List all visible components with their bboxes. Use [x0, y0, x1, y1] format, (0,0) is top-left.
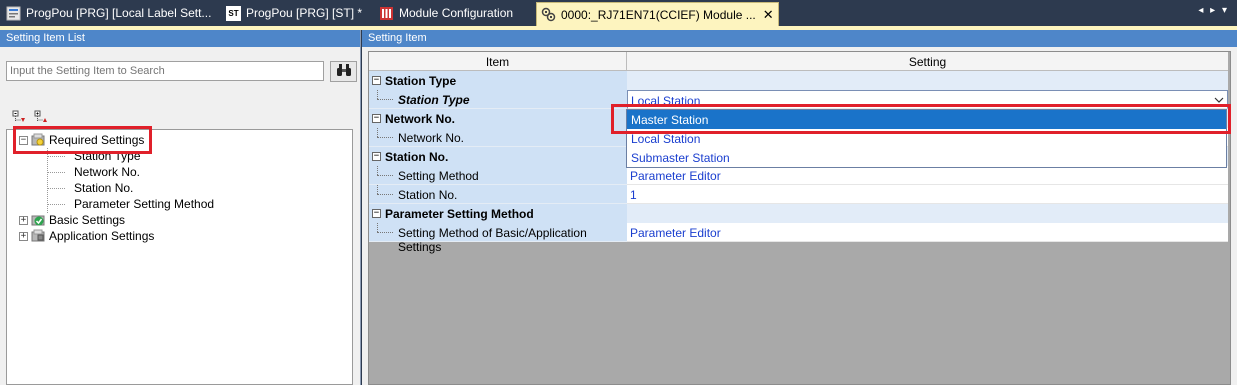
tree-node-label: Application Settings	[49, 229, 155, 243]
collapse-toggle-icon[interactable]: −	[372, 152, 381, 161]
category-row-parameter-setting-method[interactable]: − Parameter Setting Method	[369, 204, 1228, 223]
collapse-toggle-icon[interactable]: −	[372, 76, 381, 85]
tree-leaf-parameter-setting-method[interactable]: Parameter Setting Method	[74, 196, 214, 212]
binoculars-icon	[336, 63, 352, 80]
tree-leaf-station-type[interactable]: Station Type	[74, 148, 141, 164]
module-config-icon	[379, 6, 394, 21]
collapse-toggle-icon[interactable]: −	[19, 135, 28, 145]
category-setting-cell	[627, 204, 1228, 223]
setting-item-list-pane: Setting Item List − Required Settings	[0, 30, 361, 385]
close-icon[interactable]: ✕	[763, 7, 774, 23]
document-tab-strip: ProgPou [PRG] [Local Label Sett... ST Pr…	[0, 0, 1237, 26]
tab-label: ProgPou [PRG] [Local Label Sett...	[26, 6, 212, 20]
tree-connector	[377, 223, 378, 232]
tab-module-parameter-active[interactable]: 0000:_RJ71EN71(CCIEF) Module ... ✕	[536, 2, 779, 26]
row-station-type[interactable]: Station Type Local Station	[369, 90, 1228, 109]
tab-scroll-arrows[interactable]: ◂ ▸ ▾	[1198, 5, 1229, 16]
setting-method-value[interactable]: Parameter Editor	[627, 166, 1228, 185]
tree-node-required-settings[interactable]: − Required Settings	[19, 132, 144, 148]
row-station-no[interactable]: Station No. 1	[369, 185, 1228, 204]
tab-label: Module Configuration	[399, 6, 514, 20]
tree-leaf-label: Station Type	[74, 149, 141, 163]
tree-connector	[377, 128, 378, 137]
program-icon	[6, 6, 21, 21]
select-value: Local Station	[631, 94, 701, 108]
tree-connector	[377, 137, 393, 138]
tree-node-label: Basic Settings	[49, 213, 126, 227]
folder-icon	[30, 133, 46, 147]
tree-connector	[377, 194, 393, 195]
column-header-setting[interactable]: Setting	[627, 52, 1228, 71]
tree-connector	[377, 166, 378, 175]
tree-connector	[377, 232, 393, 233]
tree-connector	[47, 204, 65, 205]
row-setting-method-basic-application[interactable]: Setting Method of Basic/Application Sett…	[369, 223, 1228, 254]
row-setting-method[interactable]: Setting Method Parameter Editor	[369, 166, 1228, 185]
tree-leaf-label: Network No.	[74, 165, 141, 179]
category-label: Parameter Setting Method	[385, 207, 534, 221]
setting-item-pane: Setting Item Item Setting − Station Type …	[362, 30, 1237, 385]
setting-tree: − Required Settings Station Type Network…	[6, 129, 353, 385]
folder-icon	[30, 229, 46, 243]
tree-connector	[47, 188, 65, 189]
folder-check-icon	[30, 213, 46, 227]
category-label: Station No.	[385, 150, 449, 164]
category-row-station-type[interactable]: − Station Type	[369, 71, 1228, 90]
tree-connector	[377, 175, 393, 176]
tree-leaf-network-no[interactable]: Network No.	[74, 164, 140, 180]
search-button[interactable]	[330, 61, 357, 82]
tree-node-label: Required Settings	[49, 133, 145, 147]
tree-connector	[377, 185, 378, 194]
tab-progpou-st[interactable]: ST ProgPou [PRG] [ST] *	[226, 2, 362, 24]
tab-module-configuration[interactable]: Module Configuration	[379, 2, 513, 24]
item-label: Station No.	[398, 188, 458, 202]
tree-leaf-label: Station No.	[74, 181, 134, 195]
option-master-station[interactable]: Master Station	[627, 110, 1226, 129]
chevron-down-icon[interactable]	[1211, 91, 1227, 108]
setting-grid: Item Setting − Station Type Station Type …	[368, 51, 1231, 385]
station-type-dropdown-list: Master Station Local Station Submaster S…	[626, 109, 1227, 168]
category-label: Network No.	[385, 112, 456, 126]
setting-method-basic-application-value[interactable]: Parameter Editor	[627, 223, 1228, 242]
item-label: Network No.	[398, 131, 465, 145]
item-label: Setting Method of Basic/Application Sett…	[398, 226, 587, 254]
tree-connector	[47, 172, 65, 173]
tab-label: ProgPou [PRG] [ST] *	[246, 6, 363, 20]
category-label: Station Type	[385, 74, 457, 88]
grid-header: Item Setting	[369, 52, 1228, 71]
station-no-value[interactable]: 1	[627, 185, 1228, 204]
collapse-all-icon[interactable]	[34, 110, 48, 124]
pane-title: Setting Item List	[0, 30, 360, 47]
tab-progpou-local-label[interactable]: ProgPou [PRG] [Local Label Sett...	[6, 2, 211, 24]
tree-leaf-label: Parameter Setting Method	[74, 197, 215, 211]
expand-all-icon[interactable]	[12, 110, 26, 124]
tree-connector	[377, 99, 393, 100]
st-icon: ST	[226, 5, 241, 21]
item-label: Setting Method	[398, 169, 479, 183]
expand-toggle-icon[interactable]: +	[19, 215, 28, 225]
tree-connector	[377, 90, 378, 99]
tab-label: 0000:_RJ71EN71(CCIEF) Module ...	[561, 7, 756, 22]
collapse-toggle-icon[interactable]: −	[372, 114, 381, 123]
option-local-station[interactable]: Local Station	[627, 129, 1226, 148]
category-setting-cell	[627, 71, 1228, 90]
pane-title: Setting Item	[362, 30, 1237, 47]
tree-leaf-station-no[interactable]: Station No.	[74, 180, 133, 196]
search-input[interactable]	[6, 61, 324, 81]
tree-node-basic-settings[interactable]: + Basic Settings	[19, 212, 125, 228]
option-submaster-station[interactable]: Submaster Station	[627, 148, 1226, 167]
module-param-icon	[541, 7, 556, 22]
tree-toolbar	[12, 110, 48, 124]
expand-toggle-icon[interactable]: +	[19, 231, 28, 241]
station-type-select[interactable]: Local Station	[627, 90, 1228, 109]
column-header-item[interactable]: Item	[369, 52, 627, 71]
item-label: Station Type	[398, 93, 470, 107]
collapse-toggle-icon[interactable]: −	[372, 209, 381, 218]
tree-connector	[47, 156, 65, 157]
tree-node-application-settings[interactable]: + Application Settings	[19, 228, 154, 244]
